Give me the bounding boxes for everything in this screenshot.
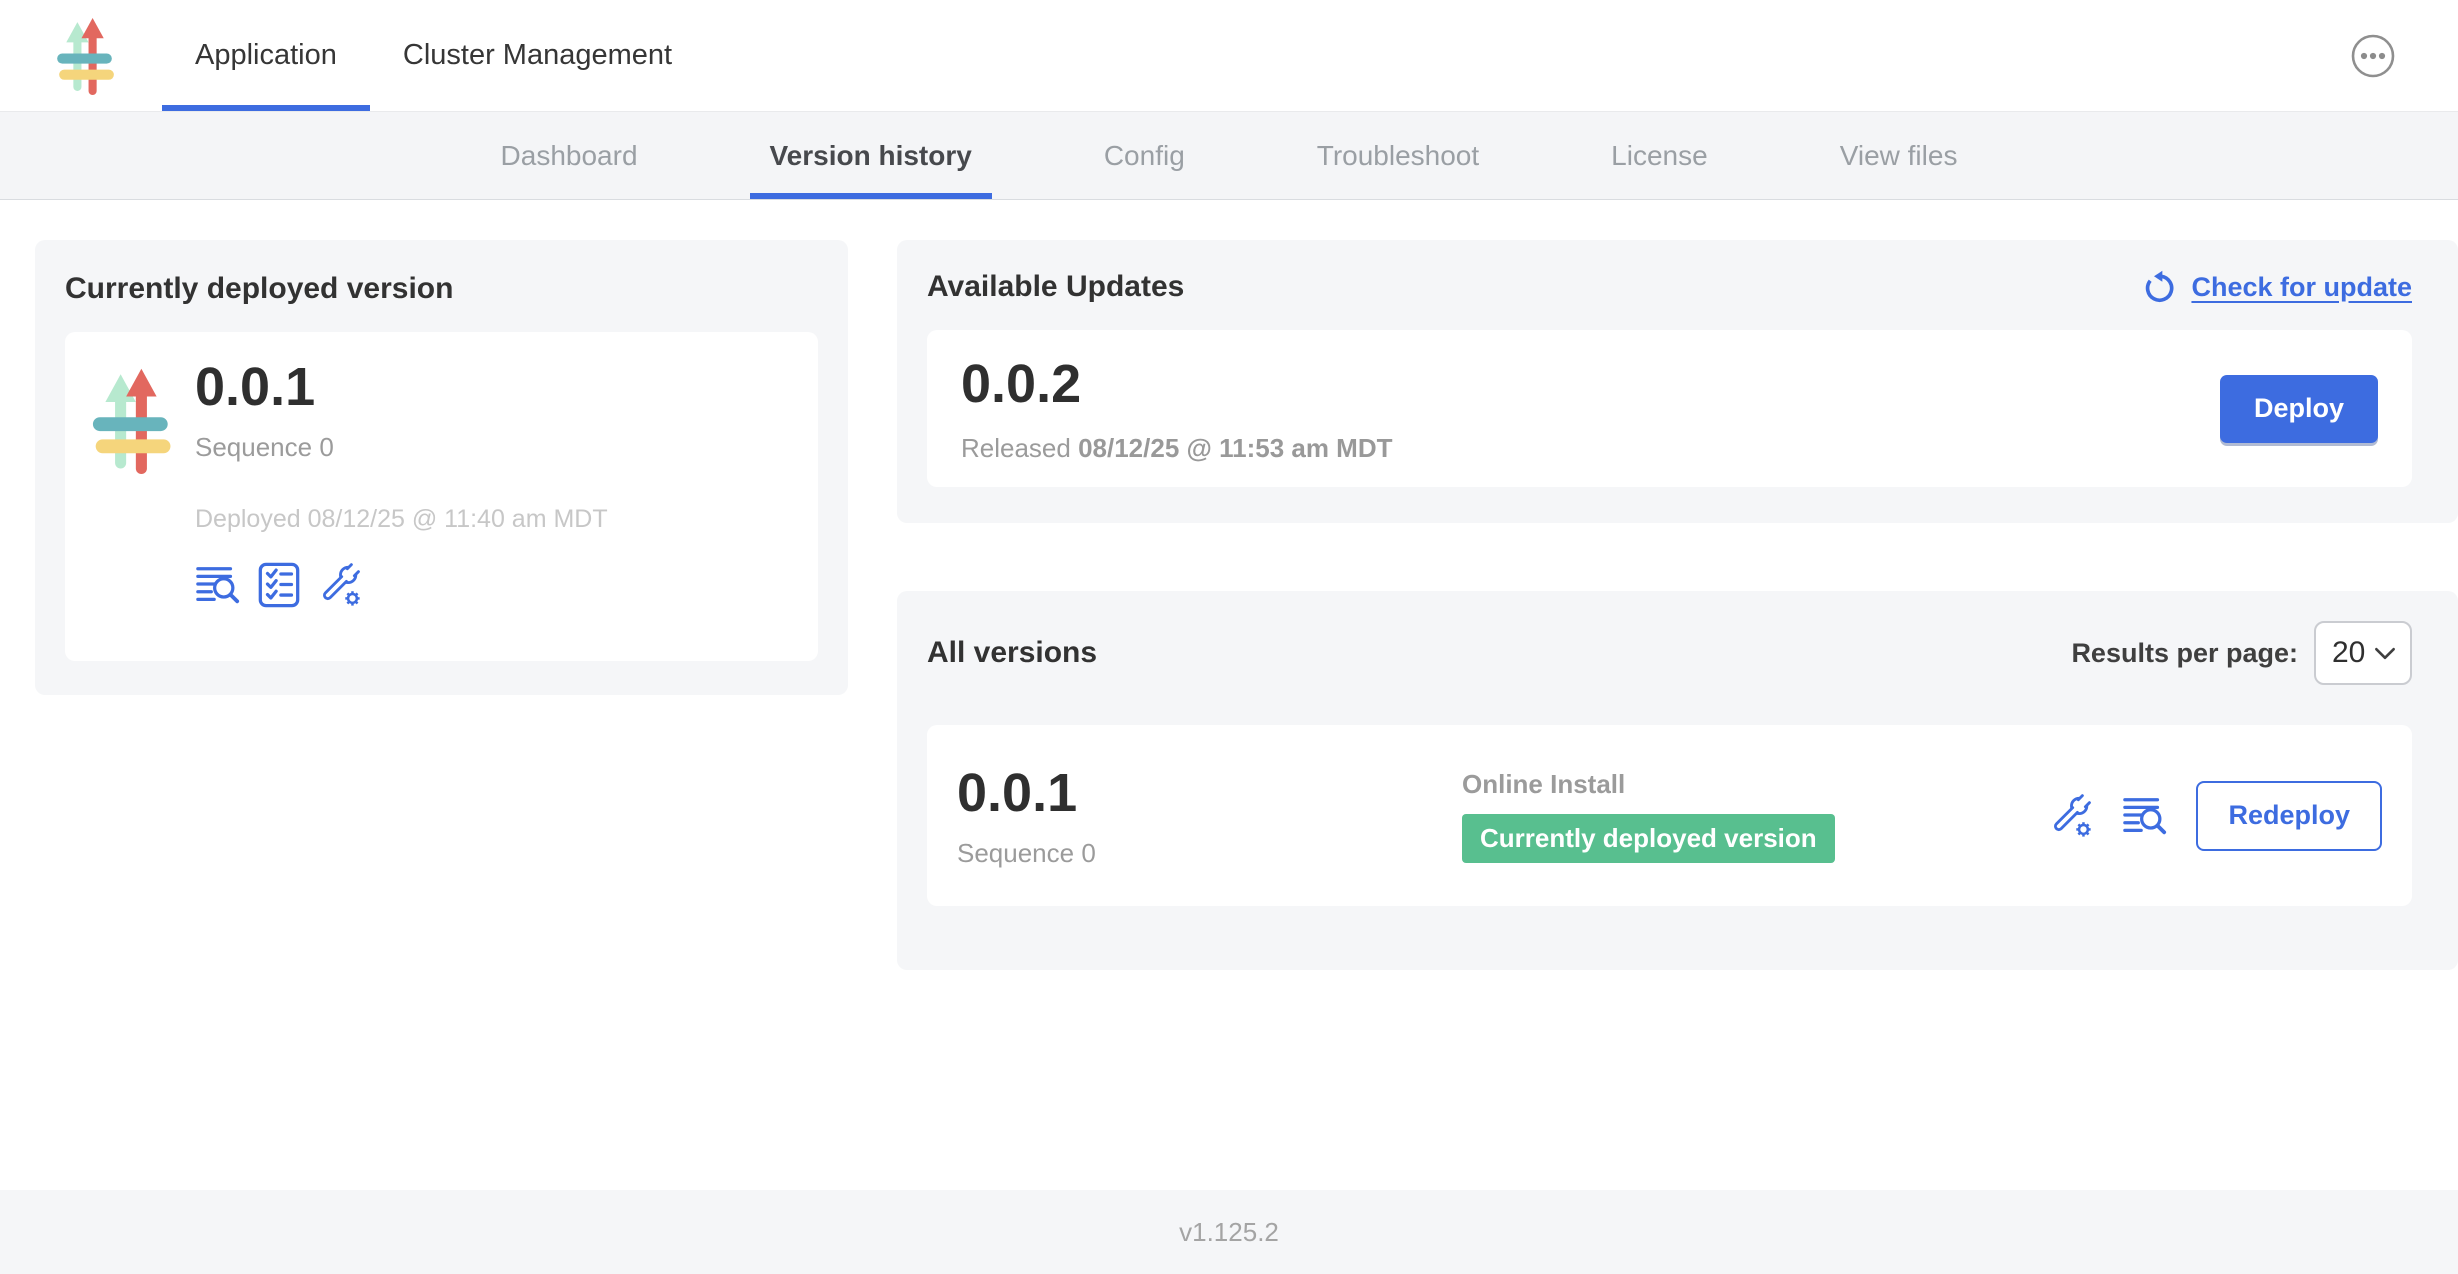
tab-label: Config <box>1104 140 1185 172</box>
main-content: Currently deployed version 0.0.1 Sequenc… <box>0 200 2458 1190</box>
tab-troubleshoot[interactable]: Troubleshoot <box>1297 112 1499 199</box>
available-updates-panel: Available Updates Check for update 0.0.2… <box>897 240 2458 523</box>
current-version-title: Currently deployed version <box>65 272 818 306</box>
row-install-type: Online Install <box>1462 769 1835 800</box>
top-header: Application Cluster Management <box>0 0 2458 112</box>
released-date: 08/12/25 @ 11:53 am MDT <box>1078 433 1392 463</box>
top-tab-label: Application <box>195 39 337 72</box>
app-footer: v1.125.2 <box>0 1190 2458 1274</box>
release-notes-icon <box>195 562 241 608</box>
release-notes-button[interactable] <box>195 562 241 608</box>
results-per-page-label: Results per page: <box>2071 638 2298 669</box>
tab-label: Troubleshoot <box>1317 140 1479 172</box>
results-per-page: Results per page: 20 <box>2071 621 2412 685</box>
tab-label: License <box>1611 140 1708 172</box>
config-button[interactable] <box>317 562 363 608</box>
released-prefix: Released <box>961 433 1078 463</box>
app-subnav: Dashboard Version history Config Trouble… <box>0 112 2458 200</box>
tab-version-history[interactable]: Version history <box>750 112 992 199</box>
tab-config[interactable]: Config <box>1084 112 1205 199</box>
version-row: 0.0.1 Sequence 0 Online Install Currentl… <box>927 725 2412 906</box>
preflight-checks-button[interactable] <box>256 562 302 608</box>
top-tab-application[interactable]: Application <box>162 0 370 111</box>
update-released-timestamp: Released 08/12/25 @ 11:53 am MDT <box>961 433 1393 464</box>
preflight-checks-icon <box>256 562 302 608</box>
check-for-update-label: Check for update <box>2191 272 2412 303</box>
current-version-panel: Currently deployed version 0.0.1 Sequenc… <box>35 240 848 695</box>
redeploy-button[interactable]: Redeploy <box>2196 781 2382 851</box>
update-card: 0.0.2 Released 08/12/25 @ 11:53 am MDT D… <box>927 330 2412 487</box>
currently-deployed-badge: Currently deployed version <box>1462 814 1835 863</box>
console-version: v1.125.2 <box>1179 1217 1279 1248</box>
release-notes-button[interactable] <box>2122 793 2168 839</box>
all-versions-title: All versions <box>927 636 1097 670</box>
top-tab-cluster-management[interactable]: Cluster Management <box>370 0 705 111</box>
tab-label: View files <box>1840 140 1958 172</box>
current-version-card: 0.0.1 Sequence 0 Deployed 08/12/25 @ 11:… <box>65 332 818 661</box>
config-icon <box>2048 793 2094 839</box>
overflow-menu-button[interactable] <box>2350 33 2396 79</box>
row-version-sequence: Sequence 0 <box>957 838 1462 869</box>
all-versions-panel: All versions Results per page: 20 0.0.1 … <box>897 591 2458 970</box>
app-logo-icon <box>56 16 114 95</box>
row-actions: Redeploy <box>2048 781 2382 851</box>
deploy-button[interactable]: Deploy <box>2220 375 2378 443</box>
results-per-page-select[interactable]: 20 <box>2314 621 2412 685</box>
current-version-sequence: Sequence 0 <box>195 432 608 463</box>
config-button[interactable] <box>2048 793 2094 839</box>
tab-label: Dashboard <box>501 140 638 172</box>
tab-label: Version history <box>770 140 972 172</box>
check-for-update-link[interactable]: Check for update <box>2143 270 2412 304</box>
tab-license[interactable]: License <box>1591 112 1728 199</box>
current-version-number: 0.0.1 <box>195 356 608 418</box>
chevron-down-icon <box>2374 647 2396 660</box>
right-column: Available Updates Check for update 0.0.2… <box>897 240 2458 1190</box>
top-tab-label: Cluster Management <box>403 39 672 72</box>
app-logo-icon <box>91 366 171 474</box>
ellipsis-circle-icon <box>2350 33 2396 79</box>
release-notes-icon <box>2122 793 2168 839</box>
top-nav: Application Cluster Management <box>162 0 705 111</box>
results-per-page-value: 20 <box>2332 636 2365 670</box>
available-updates-title: Available Updates <box>927 270 1184 304</box>
config-icon <box>317 562 363 608</box>
current-version-deployed-timestamp: Deployed 08/12/25 @ 11:40 am MDT <box>195 505 608 534</box>
tab-view-files[interactable]: View files <box>1820 112 1978 199</box>
refresh-icon <box>2143 270 2177 304</box>
row-version-number: 0.0.1 <box>957 762 1462 824</box>
tab-dashboard[interactable]: Dashboard <box>481 112 658 199</box>
update-version-number: 0.0.2 <box>961 353 1393 415</box>
current-version-actions <box>195 562 608 608</box>
